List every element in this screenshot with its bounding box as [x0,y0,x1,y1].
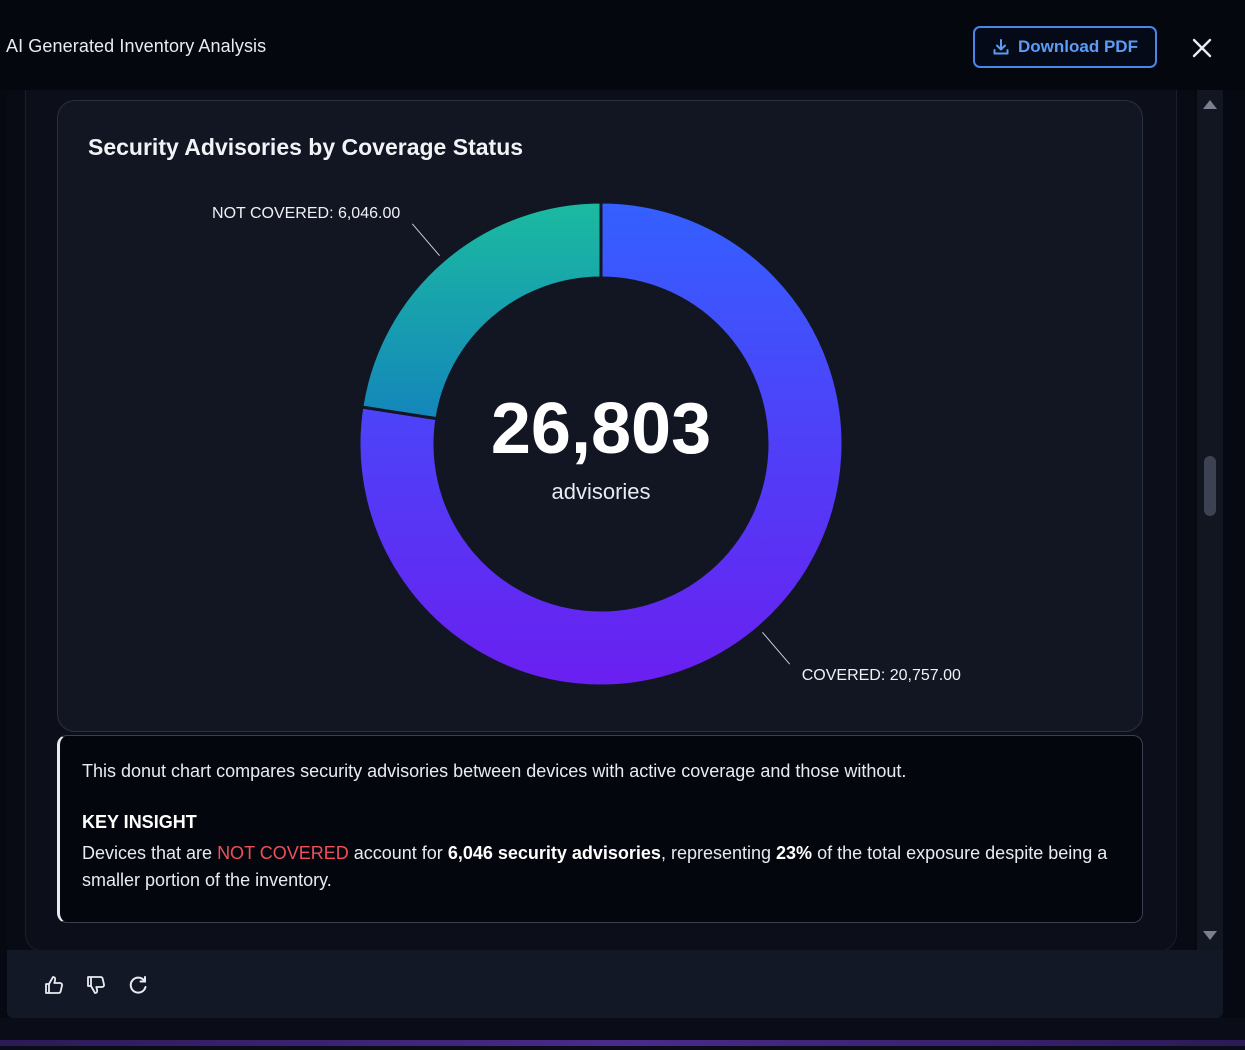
not-covered-highlight: NOT COVERED [217,843,349,863]
key-insight-body: Devices that are NOT COVERED account for… [82,840,1120,894]
chart-description: This donut chart compares security advis… [82,761,907,781]
footer-accent-line [0,1040,1245,1046]
insight-text-2: account for [348,843,448,863]
feedback-bar [7,950,1223,1018]
insight-card: This donut chart compares security advis… [57,735,1143,923]
exposure-percent-bold: 23% [776,843,813,863]
key-insight-heading: KEY INSIGHT [82,812,197,832]
dialog-title: AI Generated Inventory Analysis [6,36,267,56]
report-scroll-area[interactable]: Security Advisories by Coverage Status C… [7,90,1195,950]
scroll-up-arrow-icon[interactable] [1202,98,1218,110]
close-icon [1192,38,1212,58]
thumbs-up-icon[interactable] [43,974,65,996]
vertical-scrollbar[interactable] [1197,90,1223,950]
leader-line [762,631,791,665]
thumbs-down-icon[interactable] [85,974,107,996]
download-pdf-label: Download PDF [1018,37,1138,56]
slice-label-not-covered: NOT COVERED: 6,046.00 [212,205,400,222]
donut-slice-not-covered[interactable] [360,200,603,421]
insight-text-1: Devices that are [82,843,218,863]
refresh-icon[interactable] [127,974,149,996]
close-button[interactable] [1186,32,1218,64]
donut-chart: COVERED: 20,757.00NOT COVERED: 6,046.00 … [212,200,961,688]
donut-center-label: advisories [551,479,650,504]
scrollbar-thumb[interactable] [1204,456,1216,516]
advisory-count-bold: 6,046 security advisories [447,843,661,863]
chart-card: Security Advisories by Coverage Status C… [57,100,1143,732]
leader-line [411,223,440,257]
slice-label-covered: COVERED: 20,757.00 [802,667,961,684]
dialog-header: AI Generated Inventory Analysis Download… [0,0,1245,90]
insight-text-3: , representing [660,843,777,863]
scroll-down-arrow-icon[interactable] [1202,930,1218,942]
download-icon [993,39,1009,55]
donut-center-value: 26,803 [491,389,711,469]
download-pdf-button[interactable]: Download PDF [973,26,1157,68]
